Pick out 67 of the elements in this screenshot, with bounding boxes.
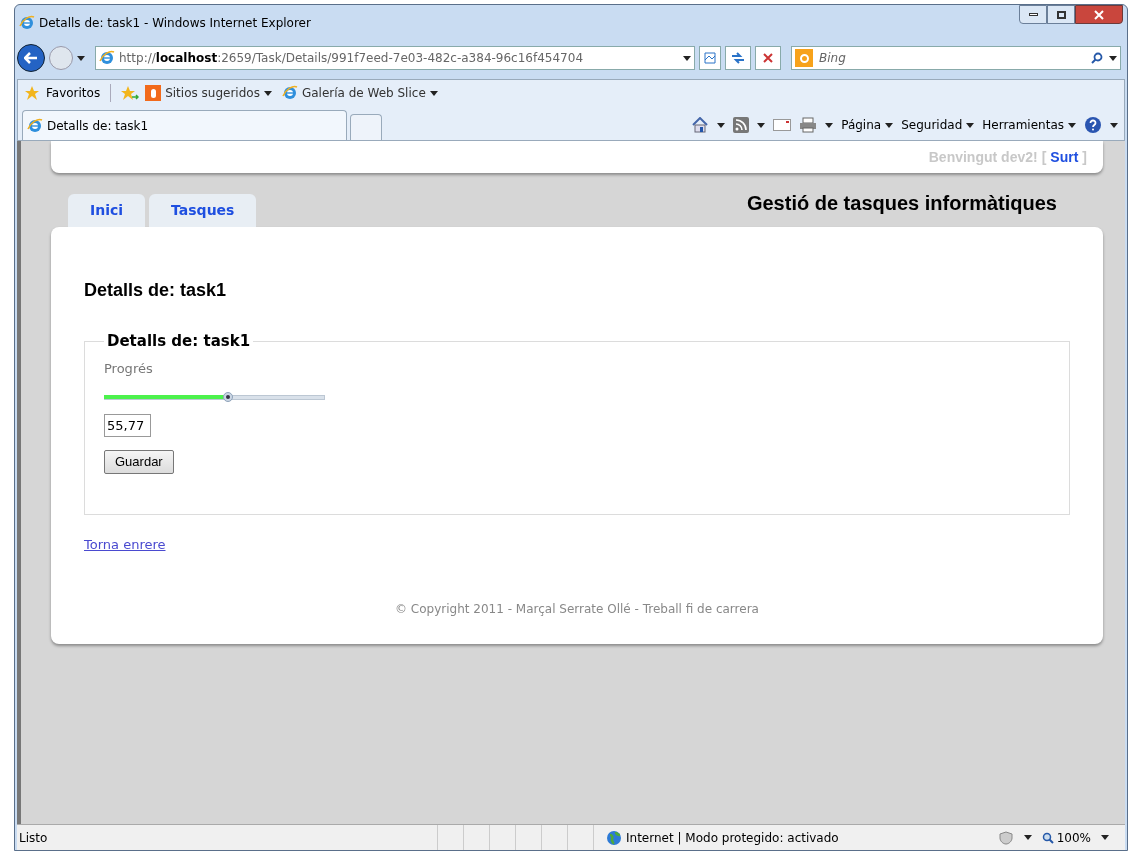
address-field[interactable]: http://localhost:2659/Task/Details/991f7eed-7e03-482c-a384-96c16f454704 — [95, 46, 695, 70]
maximize-button[interactable] — [1047, 5, 1075, 24]
globe-e-icon — [19, 15, 35, 31]
favorites-bar-item[interactable]: Sitios sugeridos — [145, 84, 272, 102]
globe-icon — [606, 829, 622, 846]
caret-icon — [757, 122, 766, 128]
zoom-button[interactable]: 100% — [1041, 828, 1091, 847]
home-icon[interactable] — [691, 117, 710, 133]
value-field[interactable]: 55,77 — [104, 414, 151, 437]
refresh-icon[interactable] — [725, 46, 751, 70]
caret-icon — [1109, 55, 1117, 61]
bracket-text: [ — [1041, 147, 1047, 167]
mail-icon[interactable] — [773, 119, 792, 131]
caret-icon — [1110, 122, 1118, 128]
printer-icon[interactable] — [799, 117, 818, 133]
page-heading: Detalls de: task1 — [84, 279, 228, 302]
footer-text: © Copyright 2011 - Marçal Serrate Ollé - Treball fi de carrera — [394, 600, 760, 618]
favorites-button[interactable]: Favoritos — [46, 84, 101, 102]
favorites-bar-item[interactable]: Galería de Web Slice — [281, 84, 438, 102]
command-menu[interactable]: Herramientas — [982, 116, 1076, 134]
search-input[interactable]: Bing — [819, 49, 1085, 67]
close-icon — [1094, 9, 1104, 20]
close-button[interactable] — [1075, 5, 1123, 24]
caret-icon — [683, 55, 691, 61]
command-menu[interactable]: Página — [841, 116, 894, 134]
browser-tab[interactable]: Detalls de: task1 — [22, 110, 347, 140]
stop-icon[interactable] — [755, 46, 781, 70]
nav-tab[interactable]: Tasques — [149, 194, 257, 227]
back-button[interactable] — [17, 44, 45, 72]
caret-icon — [429, 90, 438, 96]
zone-text: Internet | Modo protegido: activado — [626, 829, 839, 847]
caret-icon — [263, 90, 272, 96]
caret-icon — [825, 122, 834, 128]
search-icon[interactable] — [1091, 52, 1103, 64]
caret-icon — [1023, 835, 1032, 840]
command-menu[interactable]: Seguridad — [901, 116, 975, 134]
minimize-button[interactable] — [1019, 5, 1047, 24]
globe-e-icon — [99, 50, 115, 66]
feed-icon[interactable] — [733, 117, 750, 133]
magnifier-icon — [1041, 831, 1054, 844]
nav-tab[interactable]: Inici — [68, 194, 146, 227]
field-label: Progrés — [104, 359, 154, 378]
logout-link[interactable]: Surt — [1050, 146, 1079, 168]
caret-icon — [77, 55, 85, 61]
fieldset-legend: Detalls de: task1 — [104, 330, 254, 353]
compatibility-icon[interactable] — [699, 46, 721, 70]
caret-icon — [1068, 122, 1076, 128]
back-link[interactable]: Torna enrere — [84, 534, 166, 555]
help-icon[interactable] — [1084, 116, 1102, 134]
save-button[interactable]: Guardar — [104, 449, 174, 474]
caret-icon — [966, 122, 975, 128]
bracket-text: ] — [1082, 147, 1087, 167]
search-field[interactable]: Bing — [791, 46, 1121, 70]
globe-e-icon — [281, 85, 298, 101]
caret-icon — [1101, 835, 1109, 840]
caret-icon — [885, 122, 894, 128]
caret-icon — [717, 122, 726, 128]
star-icon — [24, 85, 40, 101]
window-title: Detalls de: task1 - Windows Internet Explorer — [39, 15, 311, 32]
bulb-icon — [145, 85, 162, 101]
b-logo-icon — [795, 49, 813, 67]
progress-slider[interactable] — [104, 392, 325, 402]
back-arrow-icon — [24, 52, 38, 64]
site-title: Gestió de tasques informàtiques — [746, 191, 1058, 216]
globe-e-icon — [27, 117, 43, 134]
status-text: Listo — [18, 829, 49, 847]
add-star-icon[interactable] — [121, 85, 140, 101]
